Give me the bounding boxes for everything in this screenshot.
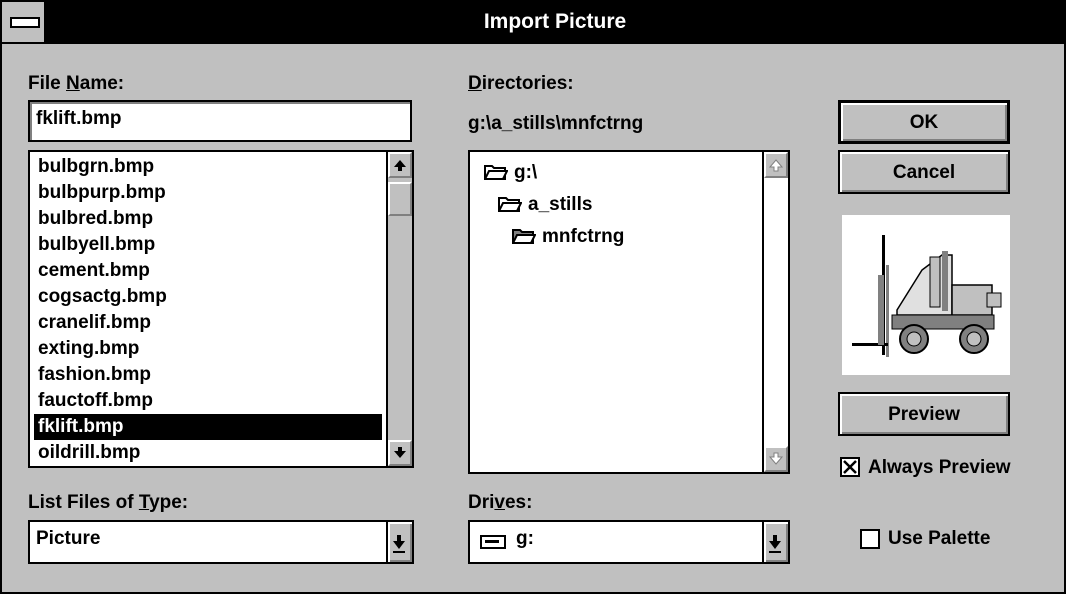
file-list-item[interactable]: oildrill.bmp: [34, 440, 382, 466]
file-type-label: List Files of Type:: [28, 492, 189, 513]
scroll-up-button[interactable]: [388, 152, 412, 178]
directory-item[interactable]: g:\: [480, 160, 541, 186]
folder-icon: [511, 229, 537, 244]
file-type-select[interactable]: Picture: [28, 520, 414, 564]
file-list-item[interactable]: cogsactg.bmp: [34, 284, 382, 310]
picture-preview: [842, 215, 1010, 375]
window-title: Import Picture: [483, 10, 627, 33]
always-preview-label[interactable]: Always Preview: [868, 457, 1011, 479]
use-palette-checkbox[interactable]: [860, 529, 880, 549]
file-list-item[interactable]: cranelif.bmp: [34, 310, 382, 336]
file-list[interactable]: bulbgrn.bmp bulbpurp.bmp bulbred.bmp bulbye…: [28, 150, 414, 468]
directory-item[interactable]: mnfctrng: [508, 224, 628, 250]
file-list-item[interactable]: bulbyell.bmp: [34, 232, 382, 258]
file-list-scrollbar[interactable]: [386, 152, 412, 466]
folder-icon: [483, 165, 509, 180]
directory-name: g:\: [514, 162, 538, 183]
file-list-item[interactable]: exting.bmp: [34, 336, 382, 362]
directories-label: Directories:: [468, 73, 574, 94]
folder-icon: [497, 197, 523, 212]
directory-scrollbar: [762, 152, 788, 472]
forklift-picture: [852, 235, 1002, 357]
directory-item[interactable]: a_stills: [494, 192, 596, 218]
directory-name: mnfctrng: [542, 226, 625, 247]
file-list-item[interactable]: cement.bmp: [34, 258, 382, 284]
checkmark-icon: [843, 460, 857, 474]
preview-button[interactable]: Preview: [838, 392, 1010, 436]
cancel-button[interactable]: Cancel: [838, 150, 1010, 194]
system-menu-button[interactable]: [2, 2, 46, 42]
dropdown-arrow-icon: [393, 535, 405, 553]
always-preview-checkbox[interactable]: [840, 457, 860, 477]
drives-label: Drives:: [468, 492, 533, 513]
file-name-label: File Name:: [28, 73, 125, 94]
directory-name: a_stills: [528, 194, 593, 215]
file-list-item[interactable]: bulbred.bmp: [34, 206, 382, 232]
file-list-item[interactable]: fklift.bmp: [34, 414, 382, 440]
drives-select[interactable]: g:: [468, 520, 790, 564]
ok-button[interactable]: OK: [838, 100, 1010, 144]
system-menu-icon: [10, 17, 40, 28]
drive-value: g:: [516, 528, 534, 549]
dropdown-arrow-icon: [769, 535, 781, 553]
scroll-down-button[interactable]: [388, 440, 412, 466]
file-name-value: fklift.bmp: [36, 108, 122, 129]
file-type-value: Picture: [36, 528, 101, 549]
down-arrow-icon: [394, 447, 406, 458]
import-picture-dialog: Import Picture File Name: fklift.bmp bul…: [0, 0, 1066, 594]
current-path: g:\a_stills\mnfctrng: [468, 113, 644, 134]
use-palette-label[interactable]: Use Palette: [888, 528, 990, 550]
down-arrow-icon: [768, 452, 784, 465]
drive-icon: [480, 535, 506, 549]
file-name-input[interactable]: fklift.bmp: [28, 100, 412, 142]
dir-scroll-up-button: [764, 152, 788, 178]
directory-tree[interactable]: g:\ a_stills mnfctrng: [468, 150, 790, 474]
up-arrow-icon: [768, 159, 784, 172]
dir-scroll-down-button: [764, 446, 788, 472]
file-type-dropdown-button[interactable]: [386, 522, 412, 562]
scroll-thumb[interactable]: [388, 182, 412, 216]
file-list-item[interactable]: bulbgrn.bmp: [34, 154, 382, 180]
file-list-item[interactable]: fashion.bmp: [34, 362, 382, 388]
drives-dropdown-button[interactable]: [762, 522, 788, 562]
up-arrow-icon: [394, 160, 406, 171]
file-list-item[interactable]: fauctoff.bmp: [34, 388, 382, 414]
title-bar: Import Picture: [2, 2, 1064, 44]
file-list-item[interactable]: bulbpurp.bmp: [34, 180, 382, 206]
